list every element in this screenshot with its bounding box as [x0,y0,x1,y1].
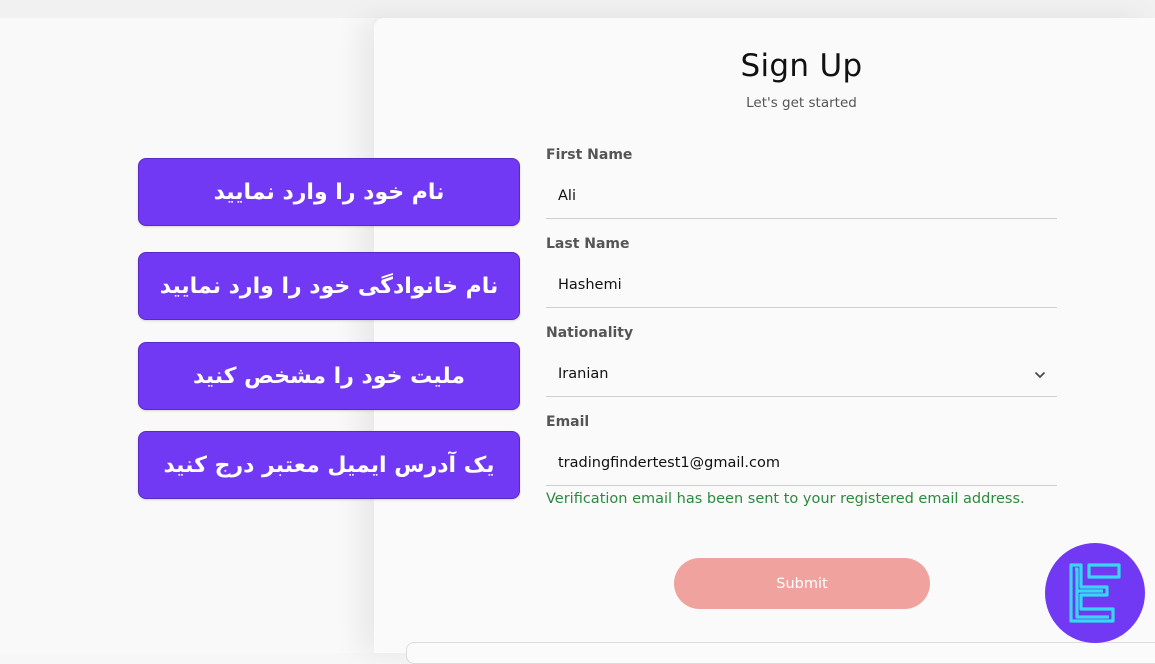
last-name-value: Hashemi [558,277,622,293]
nationality-label: Nationality [546,325,634,341]
annotation-first-name: نام خود را وارد نمایید [138,158,520,226]
top-strip [0,0,1155,18]
nationality-select[interactable]: Iranian [546,356,1057,397]
email-status-message: Verification email has been sent to your… [546,491,1025,507]
chevron-down-icon[interactable] [1033,368,1047,382]
page-subtitle: Let's get started [746,95,857,111]
tradingfinder-logo-icon [1069,563,1121,623]
last-name-field[interactable]: Hashemi [546,267,1057,308]
first-name-label: First Name [546,147,633,163]
left-background [0,18,374,653]
nationality-value: Iranian [558,366,609,382]
email-label: Email [546,414,590,430]
first-name-value: Ali [558,188,576,204]
email-field[interactable]: tradingfindertest1@gmail.com [546,445,1057,486]
bottom-panel [406,642,1155,664]
brand-logo [1045,543,1145,643]
email-value: tradingfindertest1@gmail.com [558,455,780,471]
page-title: Sign Up [740,48,863,84]
first-name-field[interactable]: Ali [546,178,1057,219]
annotation-email: یک آدرس ایمیل معتبر درج کنید [138,431,520,499]
annotation-nationality: ملیت خود را مشخص کنید [138,342,520,410]
submit-button[interactable]: Submit [674,558,930,609]
last-name-label: Last Name [546,236,630,252]
annotation-last-name: نام خانوادگی خود را وارد نمایید [138,252,520,320]
